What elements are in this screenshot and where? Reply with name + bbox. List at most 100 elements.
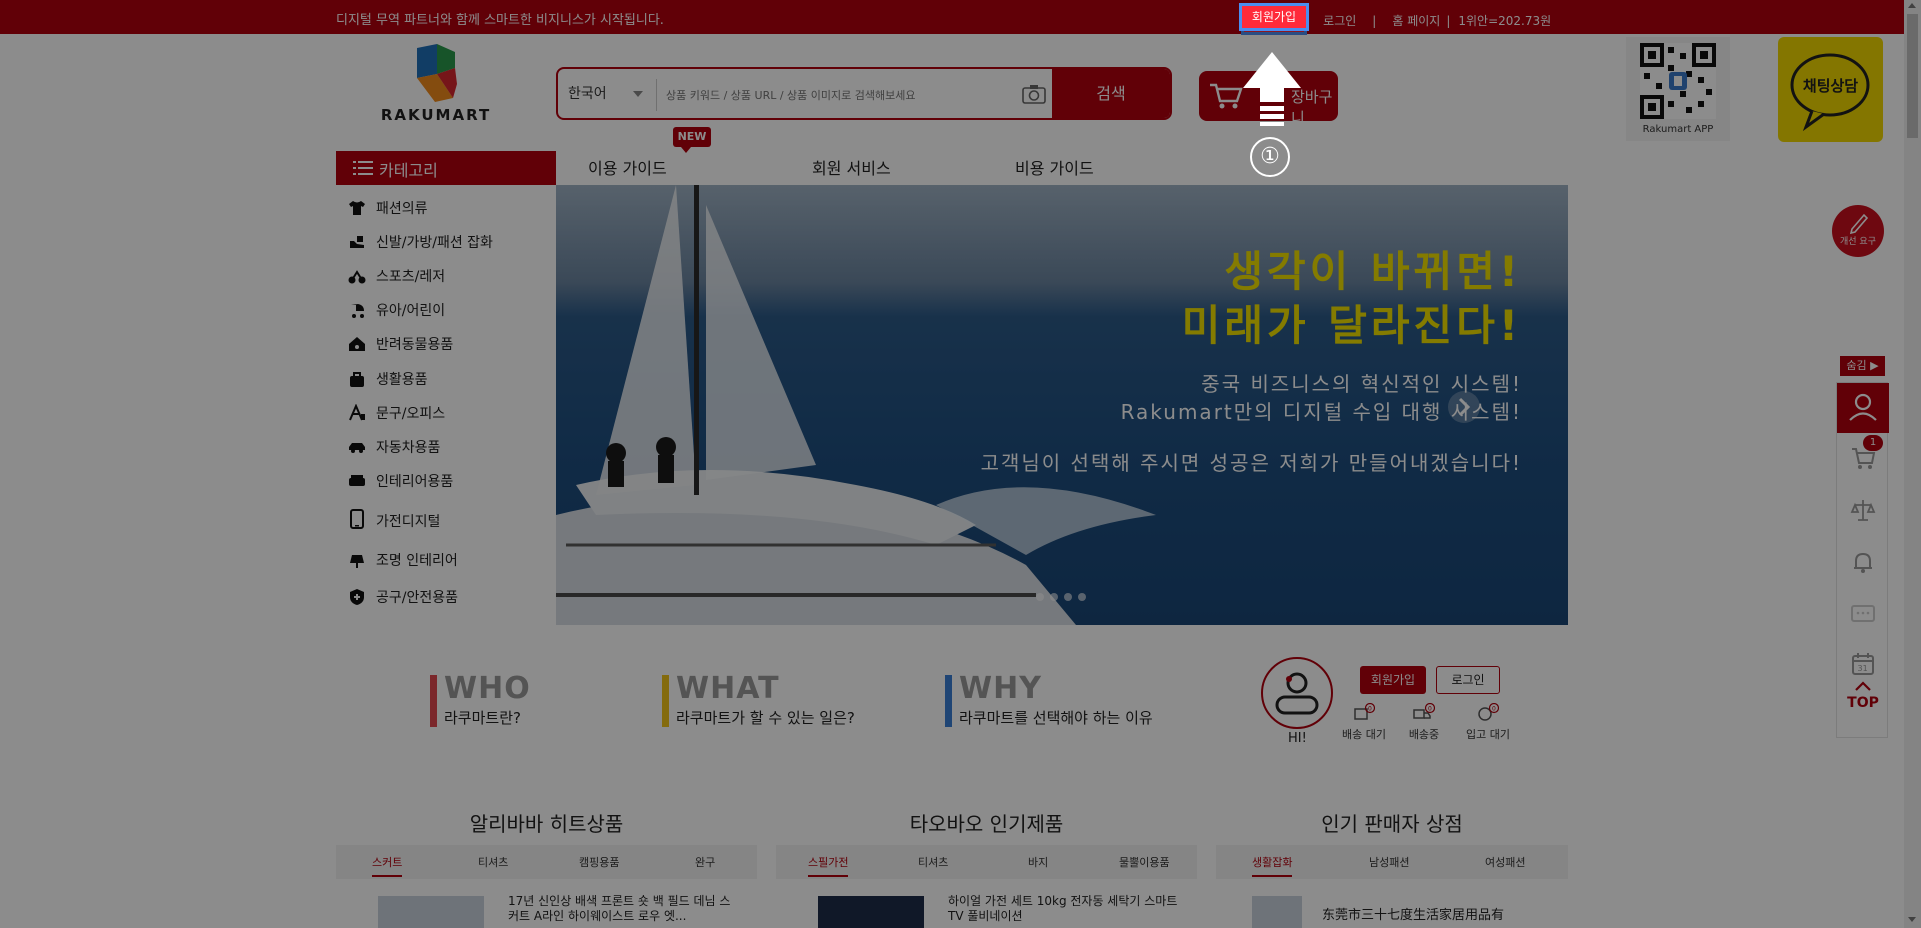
about-caption: 라쿠마트가 할 수 있는 일은? — [676, 709, 855, 727]
app-qr-code: Rakumart APP — [1626, 37, 1730, 141]
category-menu-button[interactable]: 카테고리 — [336, 151, 556, 185]
camera-icon[interactable] — [1022, 84, 1046, 104]
product-title[interactable]: 하이얼 가전 세트 10kg 전자동 세탁기 스마트 TV 풀비네이션 — [948, 894, 1178, 924]
category-item[interactable]: 조명 인테리어 — [336, 546, 556, 574]
alibaba-hot-panel: 알리바바 히트상품 스커트 티셔츠 캠핑용품 완구 17년 신인상 배색 프론트… — [336, 800, 757, 928]
panel-tab[interactable]: 티셔츠 — [478, 854, 508, 870]
truck-icon: 0 — [1413, 703, 1435, 719]
chat-consult-button[interactable]: 채팅상담 — [1778, 37, 1883, 142]
search-bar: 한국어 검색 — [556, 67, 1172, 120]
category-item[interactable]: 반려동물용품 — [336, 330, 556, 358]
user-panel: HI! 회원가입 로그인 0 배송 대기 0 배송중 0 입고 대기 — [1238, 645, 1568, 758]
search-button[interactable]: 검색 — [1052, 69, 1170, 118]
shirt-icon — [349, 201, 365, 215]
category-item[interactable]: 가전디지털 — [336, 505, 556, 533]
category-label: 공구/안전용품 — [376, 590, 458, 606]
page-scrollbar[interactable] — [1904, 0, 1921, 928]
shipping-waiting-stat[interactable]: 0 배송 대기 — [1334, 703, 1394, 742]
nav-usage-guide[interactable]: 이용 가이드 — [588, 155, 667, 179]
panel-tab[interactable]: 완구 — [695, 854, 715, 870]
category-label: 패션의류 — [376, 201, 428, 217]
scroll-down-arrow[interactable] — [1908, 917, 1916, 922]
stat-count: 0 — [1492, 706, 1496, 713]
bell-icon[interactable] — [1850, 549, 1876, 575]
shop-name[interactable]: 东莞市三十七度生活家居用品有 — [1322, 908, 1552, 923]
logo-wordmark: RAKUMART — [380, 106, 492, 124]
improvement-request-button[interactable]: 개선 요구 — [1832, 205, 1884, 257]
scroll-thumb[interactable] — [1907, 14, 1918, 138]
banner-dot[interactable] — [1050, 593, 1058, 601]
category-label: 신발/가방/패션 잡화 — [376, 235, 493, 251]
banner-dot[interactable] — [1078, 593, 1086, 601]
banner-dot[interactable] — [1036, 593, 1044, 601]
scroll-up-arrow[interactable] — [1908, 3, 1916, 8]
banner-dot[interactable] — [1064, 593, 1072, 601]
accent-bar — [662, 675, 669, 727]
panel-tab[interactable]: 바지 — [1028, 854, 1048, 870]
panel-tab[interactable]: 스필가전 — [808, 854, 849, 877]
panel-tab[interactable]: 티셔츠 — [918, 854, 948, 870]
lamp-icon — [350, 555, 364, 568]
svg-text:31: 31 — [1858, 664, 1868, 673]
top-separator: | — [1372, 13, 1377, 28]
about-heading: WHO — [444, 671, 531, 706]
arrival-waiting-stat[interactable]: 0 입고 대기 — [1458, 703, 1518, 742]
panel-tab[interactable]: 물뿔이용품 — [1119, 854, 1170, 870]
chevron-down-icon[interactable] — [633, 91, 643, 97]
pet-house-icon — [349, 337, 365, 351]
panel-title: 인기 판매자 상점 — [1321, 812, 1463, 836]
category-item[interactable]: 패션의류 — [336, 194, 556, 222]
calendar-icon[interactable]: 31 — [1850, 651, 1876, 677]
hide-rail-button[interactable]: 숨김 ▶ — [1840, 356, 1885, 376]
login-button[interactable]: 로그인 — [1436, 666, 1500, 694]
sofa-icon — [349, 475, 365, 486]
panel-tab[interactable]: 스커트 — [372, 854, 403, 877]
shoe-icon — [350, 236, 364, 248]
rakumart-logo[interactable]: RAKUMART — [375, 44, 497, 124]
message-icon[interactable] — [1850, 601, 1876, 627]
phone-icon — [350, 509, 364, 529]
product-thumbnail[interactable] — [378, 896, 484, 928]
category-label: 반려동물용품 — [376, 337, 454, 353]
user-icon — [1849, 393, 1877, 421]
panel-tab[interactable]: 여성패션 — [1485, 854, 1525, 870]
panel-tab[interactable]: 캠핑용품 — [579, 854, 619, 870]
bike-icon — [348, 270, 366, 284]
product-title[interactable]: 17년 신인상 배색 프론트 숏 백 필드 데님 스커트 A라인 하이웨이스트 … — [508, 894, 738, 924]
top-login-link[interactable]: 로그인 — [1323, 12, 1356, 29]
category-label: 카테고리 — [379, 161, 438, 180]
highlighted-signup-link[interactable]: 회원가입 — [1239, 3, 1309, 31]
cart-icon — [1210, 83, 1243, 109]
in-transit-stat[interactable]: 0 배송중 — [1394, 703, 1454, 742]
category-item[interactable]: 인테리어용품 — [336, 467, 556, 495]
logo-mark-icon — [417, 44, 457, 102]
category-item[interactable]: 자동차용품 — [336, 433, 556, 461]
back-to-top-button[interactable]: TOP — [1837, 695, 1889, 711]
search-input[interactable] — [666, 81, 966, 109]
category-item[interactable]: 공구/안전용품 — [336, 583, 556, 611]
banner-next-arrow[interactable] — [1448, 391, 1480, 423]
step-number: ① — [1250, 137, 1290, 177]
banner-headline: 생각이 바뀌면! 미래가 달라진다! — [1182, 245, 1522, 353]
nav-cost-guide[interactable]: 비용 가이드 — [1015, 155, 1094, 179]
scale-icon[interactable] — [1850, 497, 1876, 523]
language-select[interactable]: 한국어 — [568, 83, 607, 103]
cart-icon[interactable] — [1850, 445, 1876, 471]
hero-banner[interactable]: 생각이 바뀌면! 미래가 달라진다! 중국 비즈니스의 혁신적인 시스템! Ra… — [556, 185, 1568, 625]
category-item[interactable]: 생활용품 — [336, 365, 556, 393]
signup-button[interactable]: 회원가입 — [1360, 666, 1426, 694]
nav-member-service[interactable]: 회원 서비스 — [812, 155, 891, 179]
category-item[interactable]: 신발/가방/패션 잡화 — [336, 228, 556, 256]
exchange-rate: 1위안=202.73원 — [1458, 14, 1552, 28]
category-item[interactable]: 스포츠/레저 — [336, 262, 556, 290]
panel-tab[interactable]: 생활잡화 — [1252, 854, 1293, 877]
category-item[interactable]: 유아/어린이 — [336, 296, 556, 324]
product-thumbnail[interactable] — [818, 896, 924, 928]
shop-thumbnail[interactable] — [1252, 896, 1302, 928]
top-home-link[interactable]: 홈 페이지 — [1392, 12, 1440, 29]
chevron-up-icon[interactable] — [1850, 679, 1876, 693]
panel-tab[interactable]: 남성패션 — [1369, 854, 1409, 870]
category-item[interactable]: 문구/오피스 — [336, 399, 556, 427]
rail-user-button[interactable] — [1837, 383, 1889, 433]
about-heading: WHY — [959, 671, 1042, 706]
